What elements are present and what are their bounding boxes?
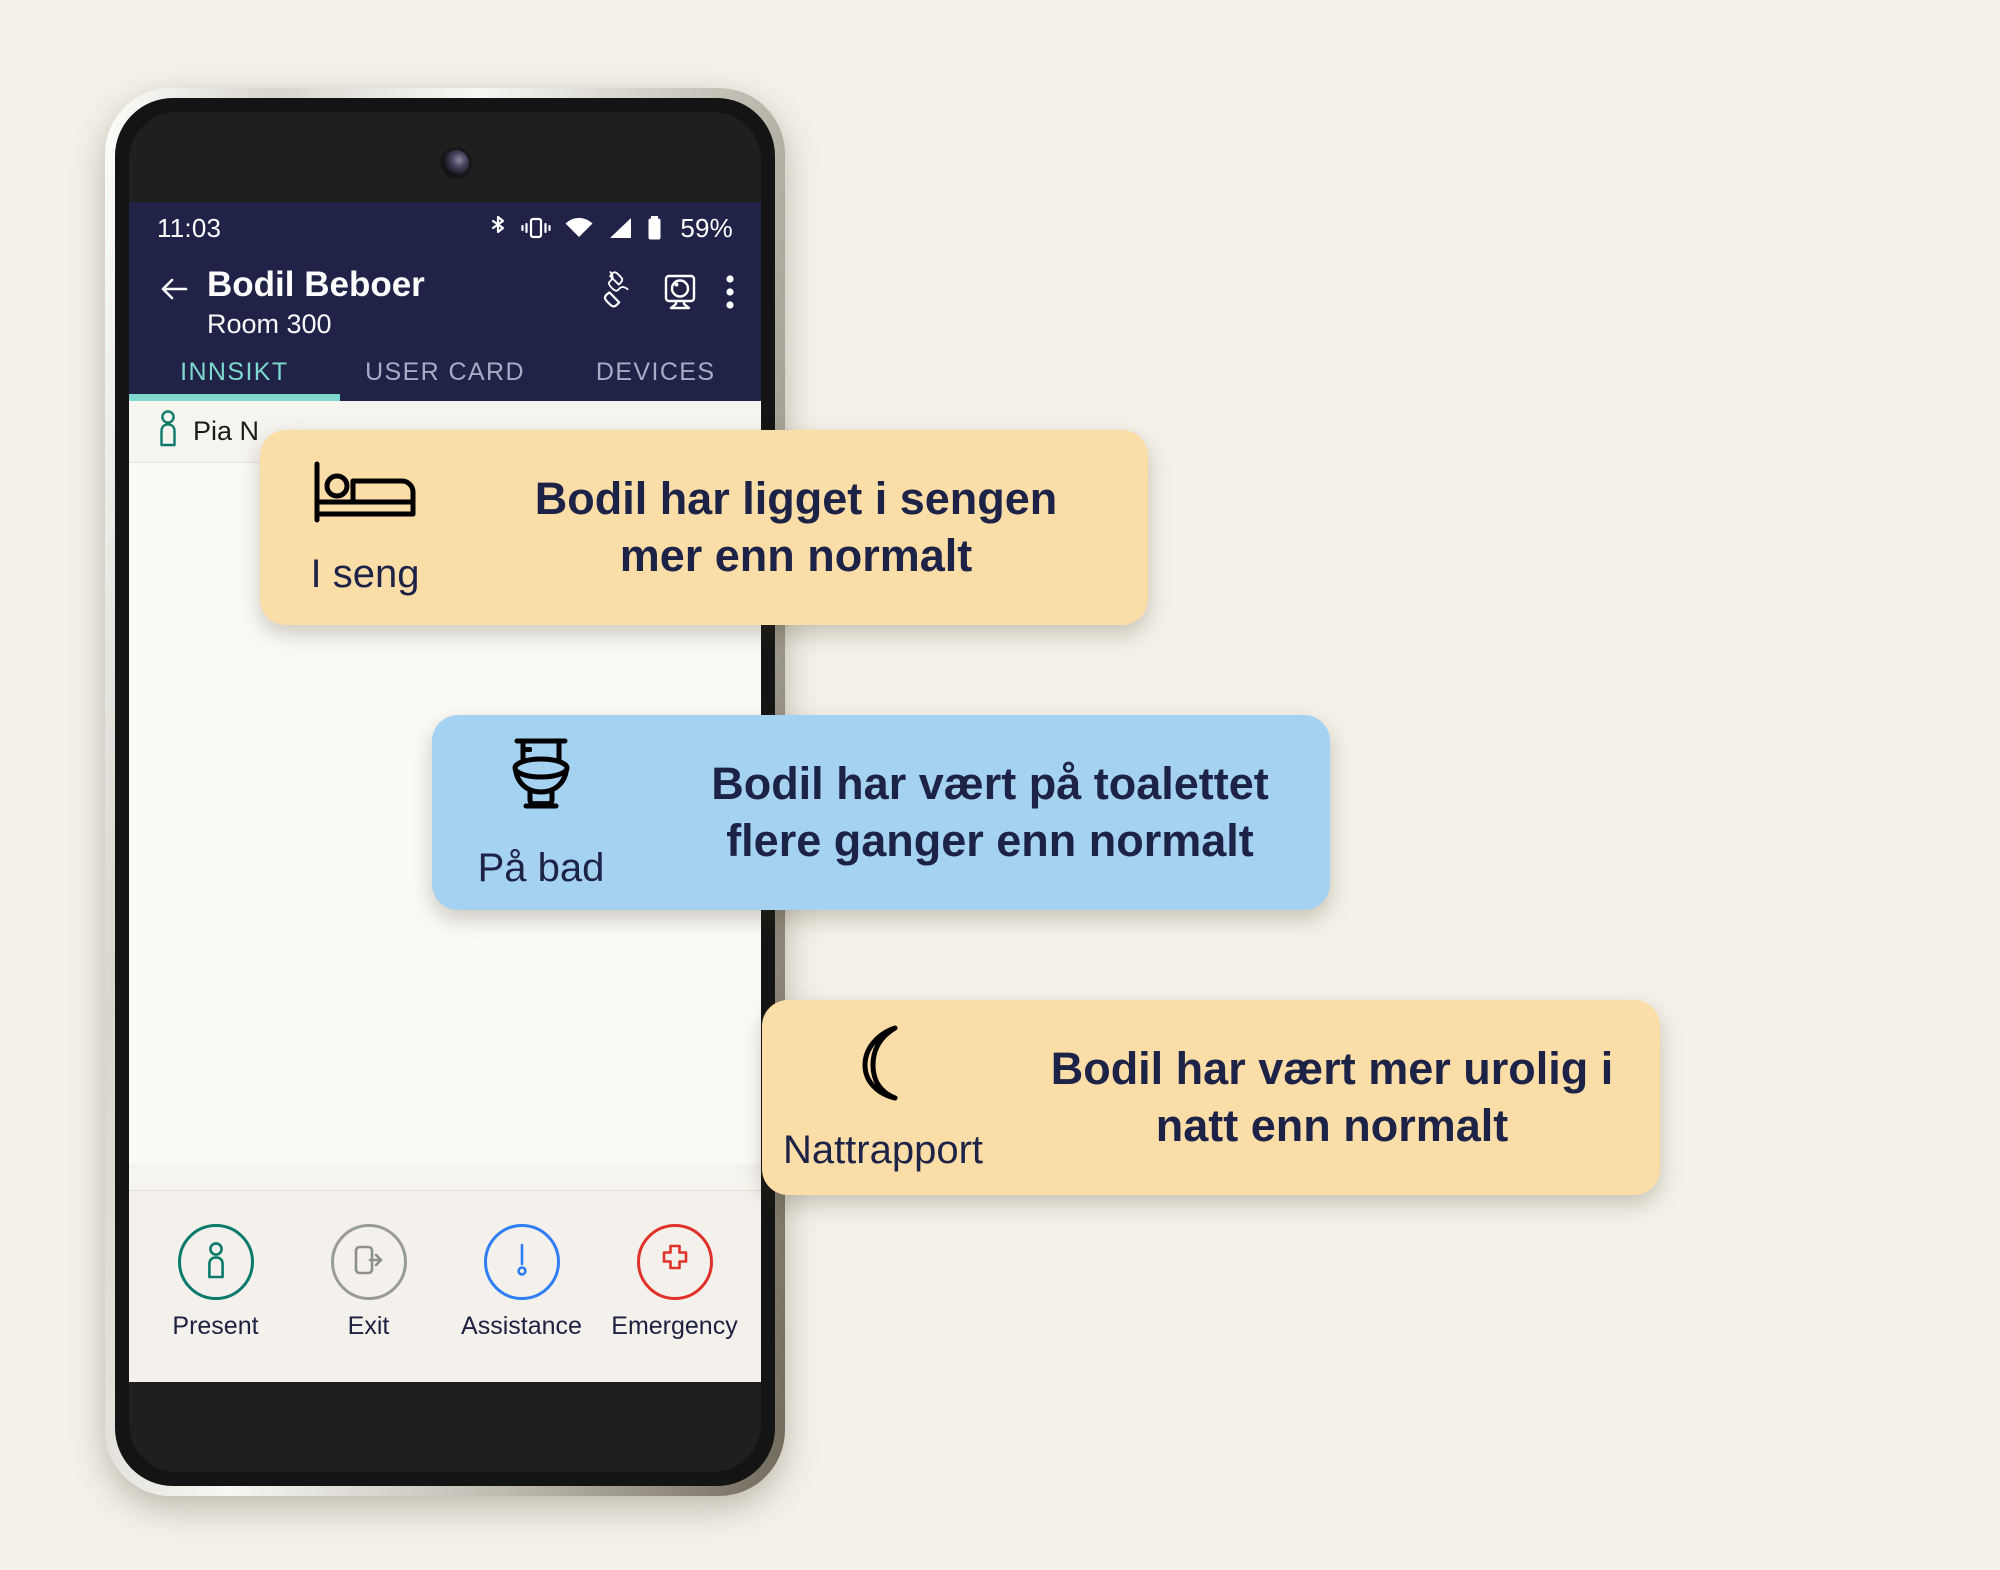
card-left-bed: I seng (260, 458, 470, 597)
tab-user-card[interactable]: USER CARD (340, 358, 551, 401)
person-icon (155, 409, 181, 454)
battery-icon (646, 215, 663, 241)
action-present[interactable]: Present (141, 1224, 291, 1341)
emergency-circle (636, 1224, 713, 1300)
screenshot-canvas: 11:03 59% Bodil Beboer Room 300 INNSIKT … (0, 0, 2000, 1570)
exit-circle (330, 1224, 407, 1300)
status-bar: 11:03 59% (129, 202, 761, 254)
insight-card-night[interactable]: Nattrapport Bodil har vært mer urolig i … (762, 1000, 1660, 1195)
action-label-assistance: Assistance (461, 1312, 582, 1340)
tab-innsikt[interactable]: INNSIKT (129, 358, 340, 402)
action-bar: Present Exit Assistance Emergency (129, 1190, 761, 1382)
assistance-circle (483, 1224, 560, 1300)
exclamation-icon (512, 1239, 532, 1286)
moon-icon (847, 1022, 919, 1102)
battery-percent-label: 59% (680, 212, 733, 243)
insight-card-bed[interactable]: I seng Bodil har ligget i sengen mer enn… (260, 430, 1148, 625)
room-subtitle: Room 300 (207, 309, 332, 340)
bed-icon (313, 458, 417, 526)
insight-card-bath[interactable]: På bad Bodil har vært på toalettet flere… (432, 715, 1330, 910)
card-category-night: Nattrapport (782, 1128, 984, 1172)
card-message-bath: Bodil har vært på toalettet flere ganger… (711, 757, 1269, 866)
call-icon[interactable] (593, 270, 637, 319)
resident-name: Pia N (193, 416, 260, 447)
bluetooth-icon (488, 214, 508, 242)
status-icon-group: 59% (488, 213, 733, 244)
title-row: Bodil Beboer Room 300 (129, 254, 761, 342)
action-exit[interactable]: Exit (294, 1224, 444, 1341)
cellular-signal-icon (607, 216, 633, 240)
tab-bar: INNSIKT USER CARD DEVICES (129, 342, 761, 402)
app-bar: 11:03 59% Bodil Beboer Room 300 INNSIKT … (129, 202, 761, 402)
overflow-menu-icon[interactable] (723, 271, 737, 318)
action-label-present: Present (172, 1312, 259, 1340)
card-category-bath: På bad (477, 846, 605, 890)
title-block: Bodil Beboer Room 300 (207, 264, 593, 342)
action-label-exit: Exit (347, 1312, 390, 1340)
toilet-icon (503, 734, 579, 820)
title-action-group (593, 270, 737, 319)
vibrate-icon (521, 215, 551, 241)
back-arrow-icon[interactable] (153, 268, 195, 310)
wifi-icon (564, 216, 594, 240)
medical-cross-icon (655, 1240, 695, 1285)
exit-door-icon (349, 1240, 389, 1285)
front-camera-icon (443, 150, 469, 176)
card-message-night: Bodil har vært mer urolig i natt enn nor… (1050, 1042, 1614, 1151)
card-category-bed: I seng (310, 552, 420, 596)
camera-icon[interactable] (659, 271, 701, 318)
action-assistance[interactable]: Assistance (447, 1224, 597, 1341)
card-message-bed: Bodil har ligget i sengen mer enn normal… (534, 472, 1058, 581)
page-title: Bodil Beboer (207, 265, 425, 304)
action-label-emergency: Emergency (611, 1312, 738, 1340)
card-left-bath: På bad (432, 734, 650, 891)
card-left-night: Nattrapport (762, 1022, 1004, 1173)
tab-devices[interactable]: DEVICES (550, 358, 761, 401)
action-emergency[interactable]: Emergency (600, 1224, 750, 1341)
person-icon (201, 1239, 231, 1286)
status-time: 11:03 (157, 212, 222, 243)
present-circle (177, 1224, 254, 1300)
